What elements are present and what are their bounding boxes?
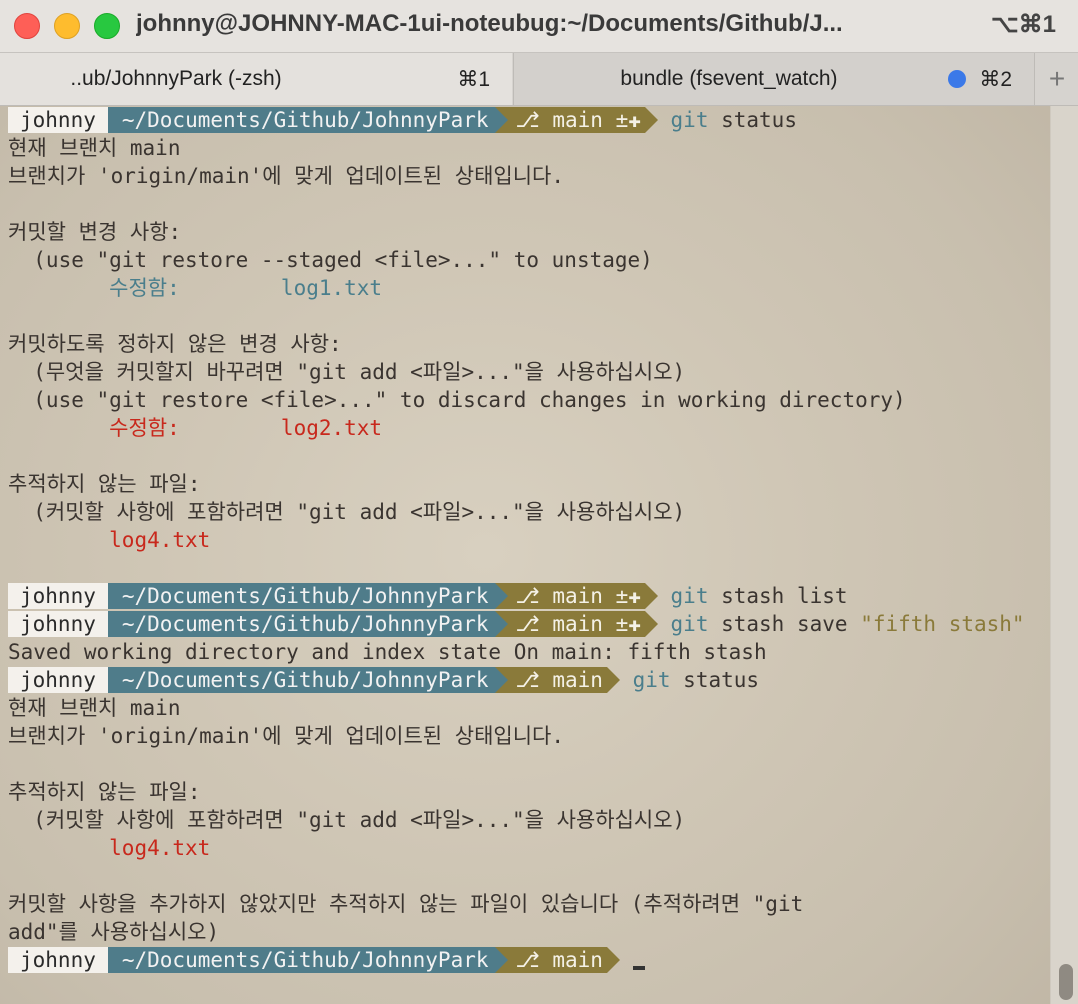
scrollbar[interactable] — [1050, 106, 1078, 1004]
prompt-user: johnny — [8, 667, 108, 693]
tab-zsh[interactable]: ..ub/JohnnyPark (-zsh) ⌘1 — [0, 53, 512, 105]
prompt-user: johnny — [8, 107, 108, 133]
command-git: git — [670, 612, 709, 636]
tab-bundle[interactable]: bundle (fsevent_watch) ⌘2 — [513, 53, 1034, 105]
output-line: 브랜치가 'origin/main'에 맞게 업데이트된 상태입니다. — [8, 724, 565, 748]
output-line: 커밋할 사항을 추가하지 않았지만 추적하지 않는 파일이 있습니다 (추적하려… — [8, 892, 804, 916]
command-git: git — [670, 584, 709, 608]
command-git: git — [670, 108, 709, 132]
untracked-file-line: log4.txt — [8, 526, 1048, 554]
unstaged-file: log2.txt — [280, 416, 383, 440]
branch-icon: ⎇ — [515, 108, 553, 132]
output-line: (무엇을 커밋할지 바꾸려면 "git add <파일>..."을 사용하십시오… — [8, 360, 686, 384]
prompt-line: johnny ~/Documents/Github/JohnnyPark ⎇ mai… — [8, 106, 1048, 134]
tab-shortcut: ⌘1 — [457, 68, 490, 91]
prompt-branch: ⎇ main ±✚ — [507, 583, 645, 609]
staged-file-line: 수정함: log1.txt — [8, 274, 1048, 302]
prompt-path: ~/Documents/Github/JohnnyPark — [107, 107, 495, 133]
command-args: status — [670, 668, 760, 692]
prompt-separator-icon — [494, 667, 508, 693]
prompt-path: ~/Documents/Github/JohnnyPark — [107, 611, 495, 637]
output-line: 현재 브랜치 main — [8, 136, 181, 160]
tab-shortcut: ⌘2 — [979, 68, 1012, 91]
command-args: status — [708, 108, 797, 132]
command-git: git — [632, 668, 671, 692]
branch-icon: ⎇ — [515, 948, 553, 972]
command-args: stash save — [708, 612, 861, 636]
prompt-branch: ⎇ main — [507, 667, 607, 693]
terminal-window: johnny@JOHNNY-MAC-1ui-noteubug:~/Documen… — [0, 0, 1078, 1004]
output-line: add"를 사용하십시오) — [8, 920, 220, 944]
prompt-line: johnny ~/Documents/Github/JohnnyPark ⎇ mai… — [8, 666, 1048, 694]
staged-label: 수정함: — [109, 276, 180, 300]
branch-icon: ⎇ — [515, 584, 553, 608]
prompt-branch: ⎇ main ±✚ — [507, 611, 645, 637]
output-line: 추적하지 않는 파일: — [8, 472, 201, 496]
prompt-path: ~/Documents/Github/JohnnyPark — [107, 583, 495, 609]
prompt-end-icon — [644, 107, 658, 133]
text-cursor — [632, 966, 645, 970]
prompt-line: johnny ~/Documents/Github/JohnnyPark ⎇ mai… — [8, 582, 1048, 610]
prompt-user: johnny — [8, 583, 108, 609]
output-line: Saved working directory and index state … — [8, 640, 767, 664]
prompt-end-icon — [644, 583, 658, 609]
prompt-end-icon — [606, 667, 620, 693]
tab-label: ..ub/JohnnyPark (-zsh) — [70, 67, 282, 90]
tab-label: bundle (fsevent_watch) — [620, 67, 838, 90]
prompt-line: johnny ~/Documents/Github/JohnnyPark ⎇ mai… — [8, 610, 1048, 638]
activity-dot-icon — [948, 70, 966, 88]
unstaged-file-line: 수정함: log2.txt — [8, 414, 1048, 442]
prompt-separator-icon — [494, 107, 508, 133]
prompt-user: johnny — [8, 611, 108, 637]
prompt-end-icon — [606, 947, 620, 973]
output-line: (use "git restore --staged <file>..." to… — [8, 248, 653, 272]
new-tab-button[interactable]: + — [1034, 53, 1078, 105]
tab-bar: ..ub/JohnnyPark (-zsh) ⌘1 bundle (fseven… — [0, 52, 1078, 106]
window-shortcut: ⌥⌘1 — [990, 11, 1056, 38]
output-line: 커밋하도록 정하지 않은 변경 사항: — [8, 332, 342, 356]
unstaged-label: 수정함: — [109, 416, 180, 440]
prompt-branch: ⎇ main ±✚ — [507, 107, 645, 133]
prompt-path: ~/Documents/Github/JohnnyPark — [107, 947, 495, 973]
window-controls — [14, 13, 120, 39]
prompt-branch: ⎇ main — [507, 947, 607, 973]
minimize-button[interactable] — [54, 13, 80, 39]
prompt-separator-icon — [494, 947, 508, 973]
prompt-end-icon — [644, 611, 658, 637]
untracked-file: log4.txt — [109, 528, 211, 552]
branch-icon: ⎇ — [515, 612, 553, 636]
zoom-button[interactable] — [94, 13, 120, 39]
prompt-separator-icon — [494, 611, 508, 637]
prompt-separator-icon — [494, 583, 508, 609]
branch-icon: ⎇ — [515, 668, 553, 692]
command-args: stash list — [708, 584, 848, 608]
prompt-path: ~/Documents/Github/JohnnyPark — [107, 667, 495, 693]
scrollbar-thumb[interactable] — [1059, 964, 1073, 1000]
prompt-line: johnny ~/Documents/Github/JohnnyPark ⎇ mai… — [8, 946, 1048, 974]
untracked-file-line: log4.txt — [8, 834, 1048, 862]
output-line: 추적하지 않는 파일: — [8, 780, 201, 804]
output-line: 브랜치가 'origin/main'에 맞게 업데이트된 상태입니다. — [8, 164, 565, 188]
output-line: (커밋할 사항에 포함하려면 "git add <파일>..."을 사용하십시오… — [8, 808, 686, 832]
output-line: (use "git restore <file>..." to discard … — [8, 388, 906, 412]
window-title: johnny@JOHNNY-MAC-1ui-noteubug:~/Documen… — [136, 10, 843, 37]
untracked-file: log4.txt — [109, 836, 211, 860]
output-line: 커밋할 변경 사항: — [8, 220, 182, 244]
staged-file: log1.txt — [280, 276, 383, 300]
output-line: (커밋할 사항에 포함하려면 "git add <파일>..."을 사용하십시오… — [8, 500, 686, 524]
terminal-output[interactable]: johnny ~/Documents/Github/JohnnyPark ⎇ mai… — [8, 106, 1048, 1004]
close-button[interactable] — [14, 13, 40, 39]
title-bar[interactable]: johnny@JOHNNY-MAC-1ui-noteubug:~/Documen… — [0, 0, 1078, 52]
output-line: 현재 브랜치 main — [8, 696, 181, 720]
command-string: "fifth stash" — [860, 612, 1025, 636]
prompt-user: johnny — [8, 947, 108, 973]
